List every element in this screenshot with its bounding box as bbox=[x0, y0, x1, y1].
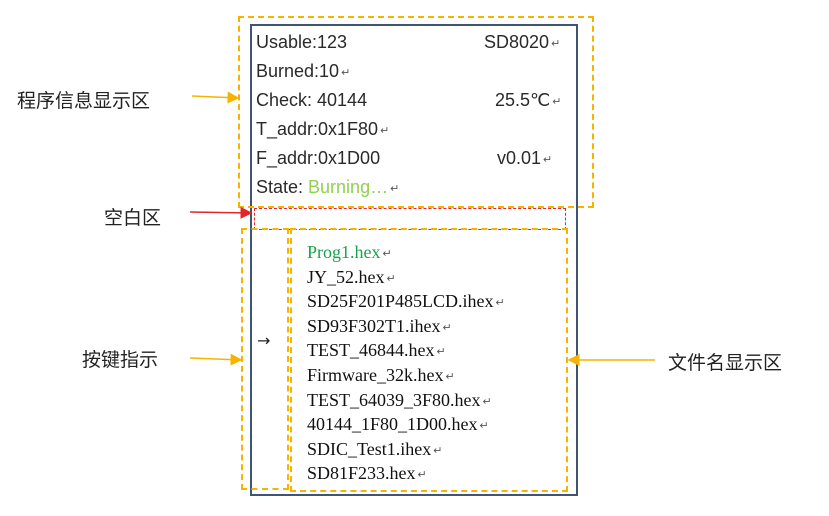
callout-arrows bbox=[189, 91, 655, 366]
arrow-blank-area bbox=[189, 206, 253, 219]
arrow-key-indicator bbox=[189, 353, 243, 366]
arrow-program-info bbox=[191, 91, 240, 104]
